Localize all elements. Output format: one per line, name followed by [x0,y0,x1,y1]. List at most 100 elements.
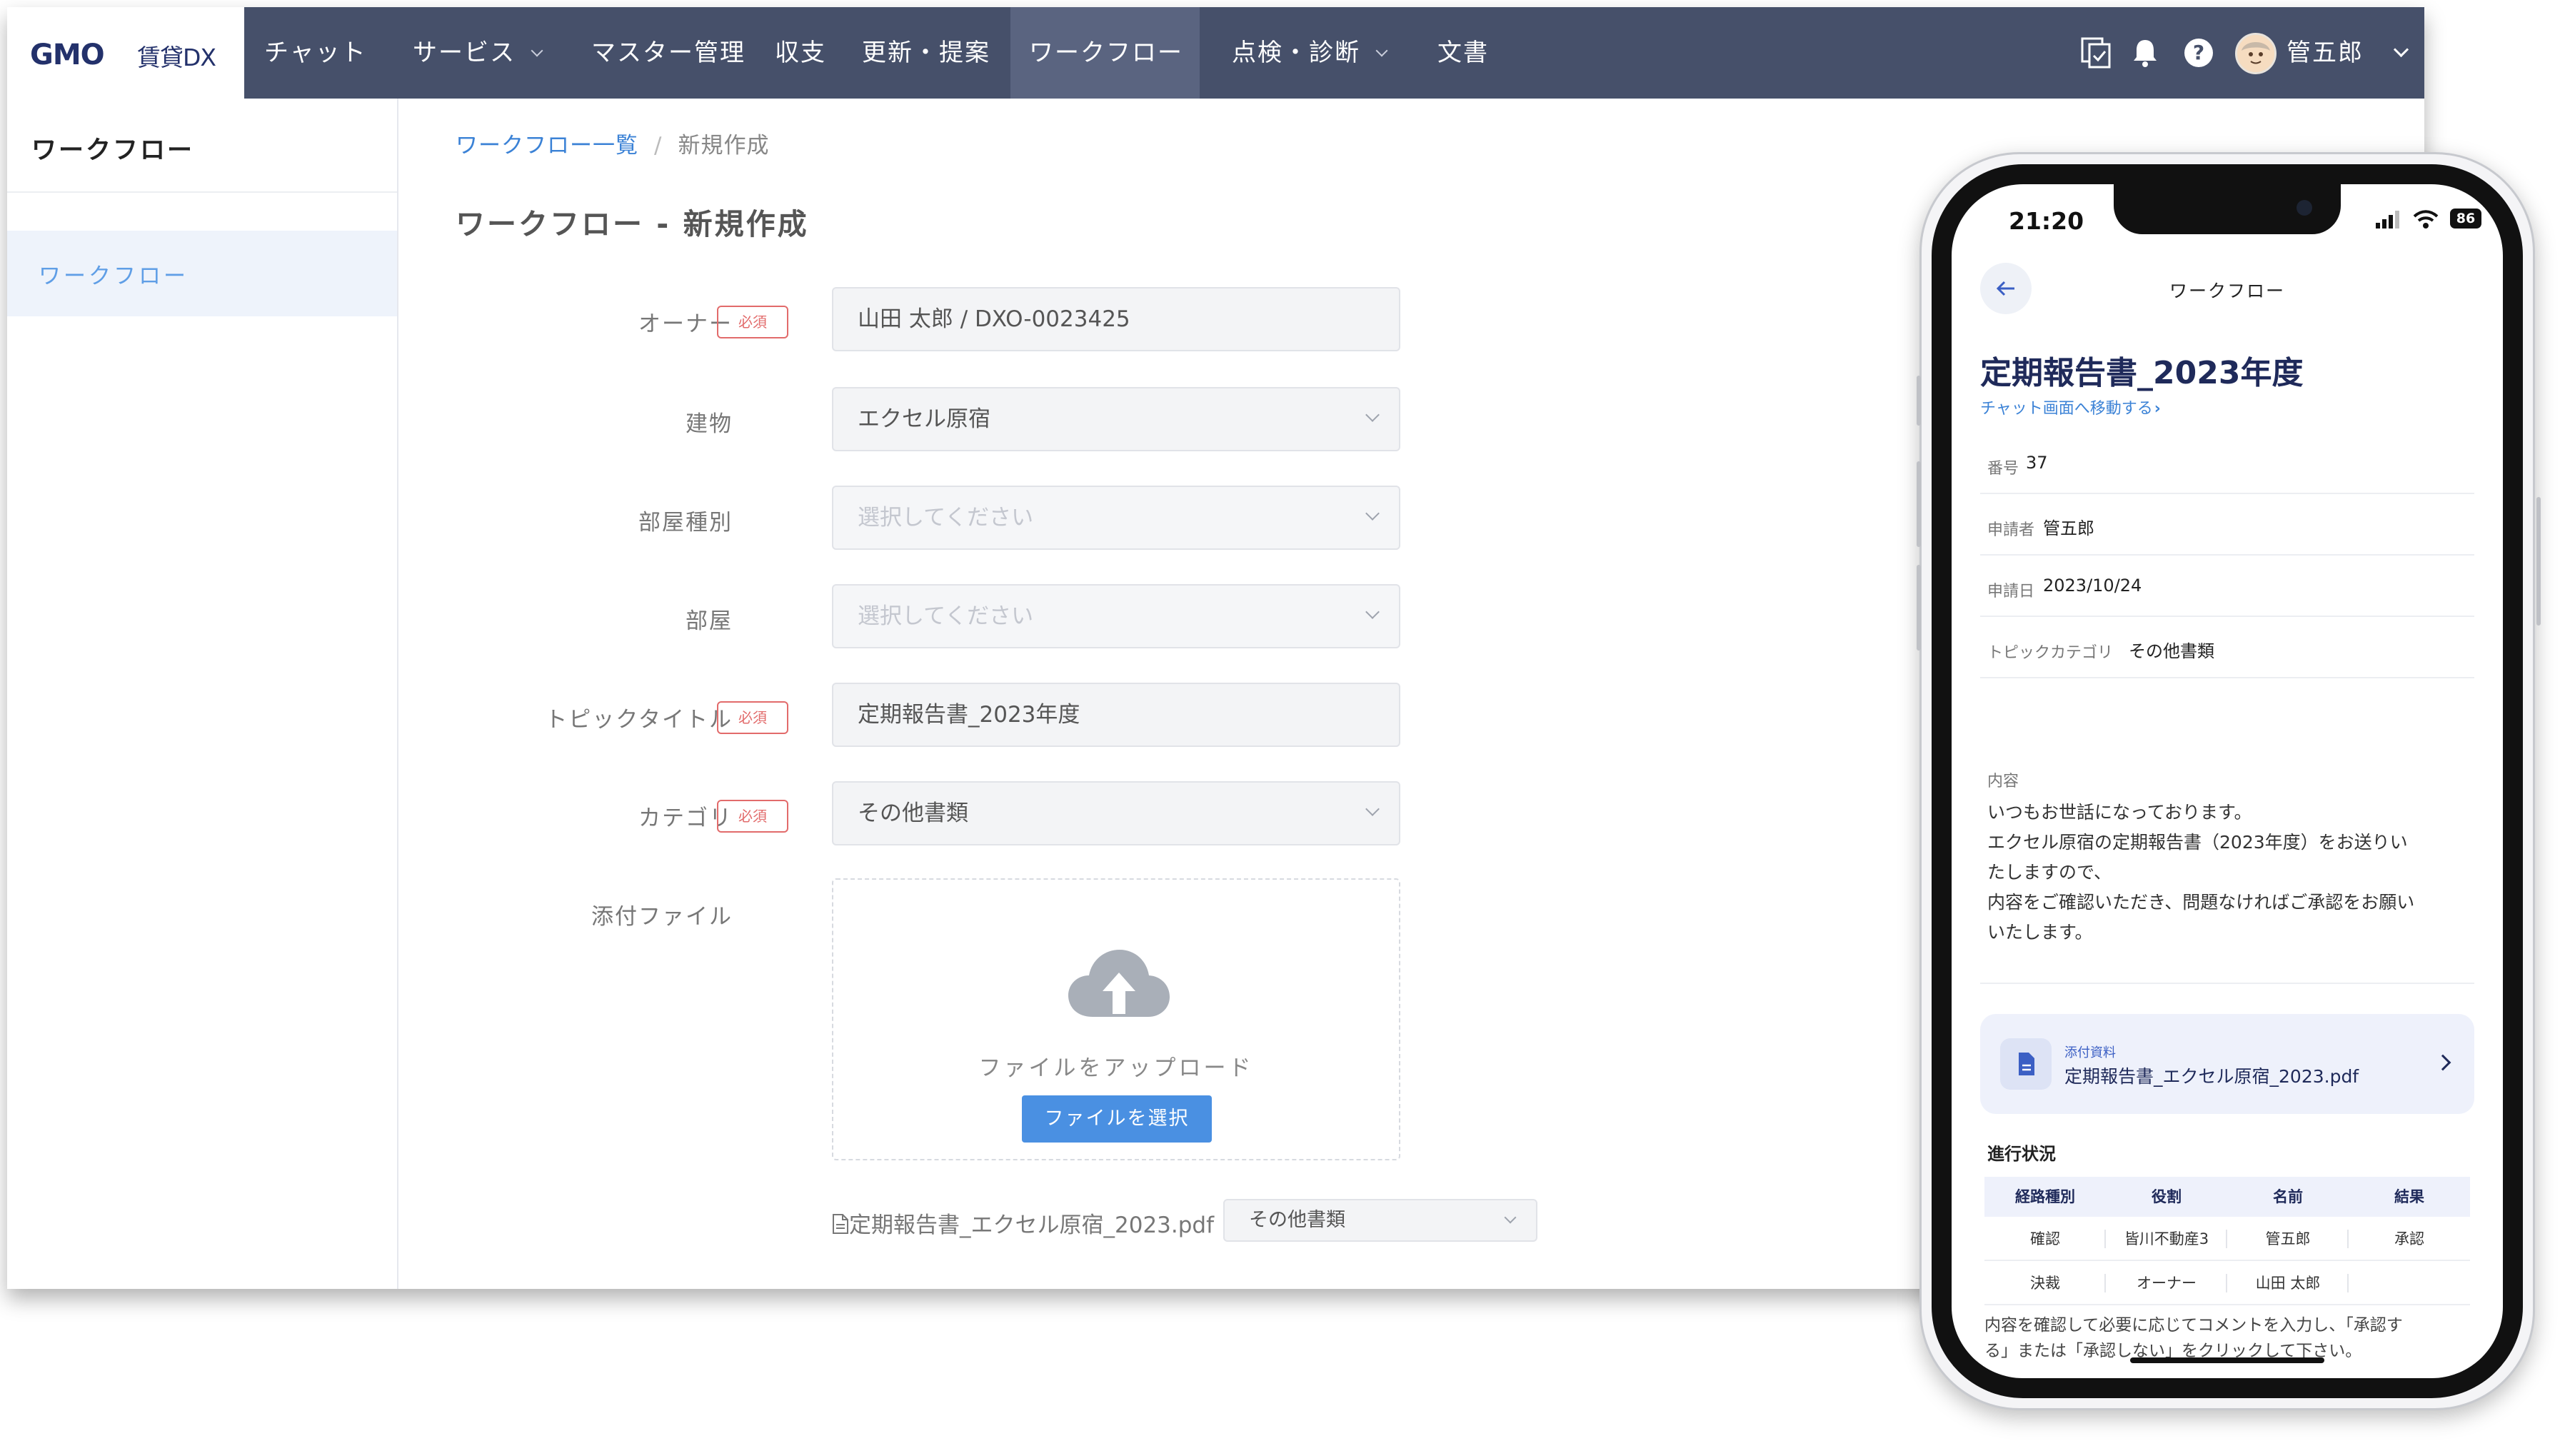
progress-table: 経路種別 役割 名前 結果 確認 皆川不動産3 管五郎 承認 決裁 オーナー 山… [1984,1177,2470,1305]
chevron-down-icon [1365,506,1380,521]
content-line: エクセル原宿の定期報告書（2023年度）をお送りい [1987,832,2408,853]
attachment-card[interactable]: 添付資料 定期報告書_エクセル原宿_2023.pdf [1980,1014,2474,1114]
owner-field[interactable]: 山田 太郎 / DXO-0023425 [832,287,1400,351]
nav-item-chat[interactable]: チャット [264,7,367,99]
column-header: 結果 [2394,1188,2424,1205]
camera-icon [2297,200,2312,216]
nav-label: 更新・提案 [862,39,990,67]
required-badge: 必須 [717,800,788,833]
chevron-down-icon[interactable] [2393,41,2409,58]
chevron-down-icon [1365,802,1380,816]
column-header: 名前 [2273,1188,2303,1205]
table-cell: 皆川不動産3 [2106,1217,2227,1260]
status-time: 21:20 [2009,207,2084,235]
help-icon[interactable]: ? [2182,36,2216,70]
nav-label: 文書 [1437,39,1489,67]
attached-file-name[interactable]: 定期報告書_エクセル原宿_2023.pdf [849,1213,1214,1238]
nav-item-balance[interactable]: 収支 [775,7,826,99]
required-badge: 必須 [717,306,788,338]
nav-item-document[interactable]: 文書 [1437,7,1489,99]
document-title: 定期報告書_2023年度 [1980,355,2304,391]
sidebar-item-workflow[interactable]: ワークフロー [7,231,397,316]
file-category-select[interactable]: その他書類 [1223,1199,1537,1242]
topic-title-label: トピックタイトル [545,707,733,733]
chevron-down-icon [1365,408,1380,422]
column-header: 役割 [2152,1188,2182,1205]
sidebar: ワークフロー ワークフロー [7,99,398,1289]
table-cell: 管五郎 [2227,1217,2349,1260]
category-value: その他書類 [858,800,968,826]
user-name[interactable]: 管五郎 [2287,7,2364,99]
chevron-down-icon [1365,605,1380,619]
table-row: 決裁 オーナー 山田 太郎 [1984,1261,2470,1305]
sidebar-title: ワークフロー [31,136,195,165]
nav-item-renewal[interactable]: 更新・提案 [862,7,990,99]
instruction-text: 内容を確認して必要に応じてコメントを入力し、「承認す [1984,1316,2403,1335]
select-file-button[interactable]: ファイルを選択 [1022,1095,1212,1143]
nav-item-service[interactable]: サービス [413,7,543,99]
top-navigation-bar: GMO 賃貸DX チャット サービス マスター管理 収支 更新・提案 ワークフロ… [7,7,2424,99]
nav-item-inspection[interactable]: 点検・診断 [1232,7,1388,99]
status-icons: 86 [2374,207,2489,231]
breadcrumb: ワークフロー一覧 / 新規作成 [456,127,769,159]
chat-link-label: チャット画面へ移動する [1980,400,2153,418]
pdf-file-icon [2019,1053,2034,1075]
divider [1980,983,2474,984]
content-label: 内容 [1987,773,2019,790]
signal-icon [2376,211,2399,229]
nav-item-workflow[interactable]: ワークフロー [1010,7,1200,99]
user-face-icon [2237,35,2274,72]
nav-label: 点検・診断 [1232,39,1360,67]
breadcrumb-separator: / [654,133,663,159]
info-value: 管五郎 [2043,518,2094,538]
content-line: いたします。 [1987,922,2093,943]
info-value: 37 [2026,453,2048,473]
breadcrumb-link-workflow-list[interactable]: ワークフロー一覧 [456,133,638,159]
home-indicator[interactable] [2130,1357,2324,1363]
info-key: 申請日 [1987,583,2035,601]
chat-link[interactable]: チャット画面へ移動する› [1980,396,2161,418]
bell-icon[interactable] [2128,36,2162,70]
building-value: エクセル原宿 [858,406,990,432]
tasks-icon[interactable] [2079,36,2114,70]
avatar[interactable] [2235,33,2277,74]
info-key: 申請者 [1987,521,2035,539]
nav-item-master[interactable]: マスター管理 [591,7,746,99]
file-category-value: その他書類 [1249,1209,1345,1231]
app-header-title: ワークフロー [2169,281,2285,301]
chevron-down-icon [1375,44,1388,57]
phone-mockup: 21:20 86 ワークフロー 定期報告書_2023年度 チャット画面へ移動する… [1917,152,2541,1410]
chevron-down-icon [531,44,543,57]
room-select[interactable]: 選択してください [832,584,1400,648]
column-header: 経路種別 [2015,1188,2075,1205]
info-row-date: 申請日 2023/10/24 [1980,556,2474,617]
phone-side-button [1917,461,1921,547]
building-label: 建物 [686,411,733,437]
phone-notch [2114,184,2341,234]
category-select[interactable]: その他書類 [832,781,1400,845]
room-type-select[interactable]: 選択してください [832,486,1400,550]
chevron-right-icon: › [2154,400,2161,418]
info-row-category: トピックカテゴリ その他書類 [1980,617,2474,678]
wifi-icon [2413,210,2439,229]
phone-side-button [1917,565,1921,651]
table-cell: 承認 [2394,1230,2424,1247]
battery-icon: 86 [2450,209,2481,229]
info-key: トピックカテゴリ [1987,644,2114,662]
svg-text:?: ? [2193,41,2204,64]
table-cell: 決裁 [1984,1261,2106,1304]
table-row: 確認 皆川不動産3 管五郎 承認 [1984,1217,2470,1261]
progress-label: 進行状況 [1987,1144,2056,1164]
nav-label: チャット [264,39,367,67]
file-upload-dropzone[interactable]: ファイルをアップロード ファイルを選択 [832,878,1400,1160]
page-title: ワークフロー - 新規作成 [456,207,809,241]
phone-side-button [1917,376,1921,426]
attachment-label: 添付資料 [2064,1045,2116,1060]
topic-title-input[interactable]: 定期報告書_2023年度 [832,683,1400,747]
logo[interactable]: GMO 賃貸DX [7,7,244,99]
chevron-down-icon [1504,1211,1517,1224]
building-select[interactable]: エクセル原宿 [832,387,1400,451]
nav-label: 収支 [775,39,826,67]
app-header: ワークフロー [1952,248,2503,327]
sidebar-item-label: ワークフロー [39,263,189,289]
